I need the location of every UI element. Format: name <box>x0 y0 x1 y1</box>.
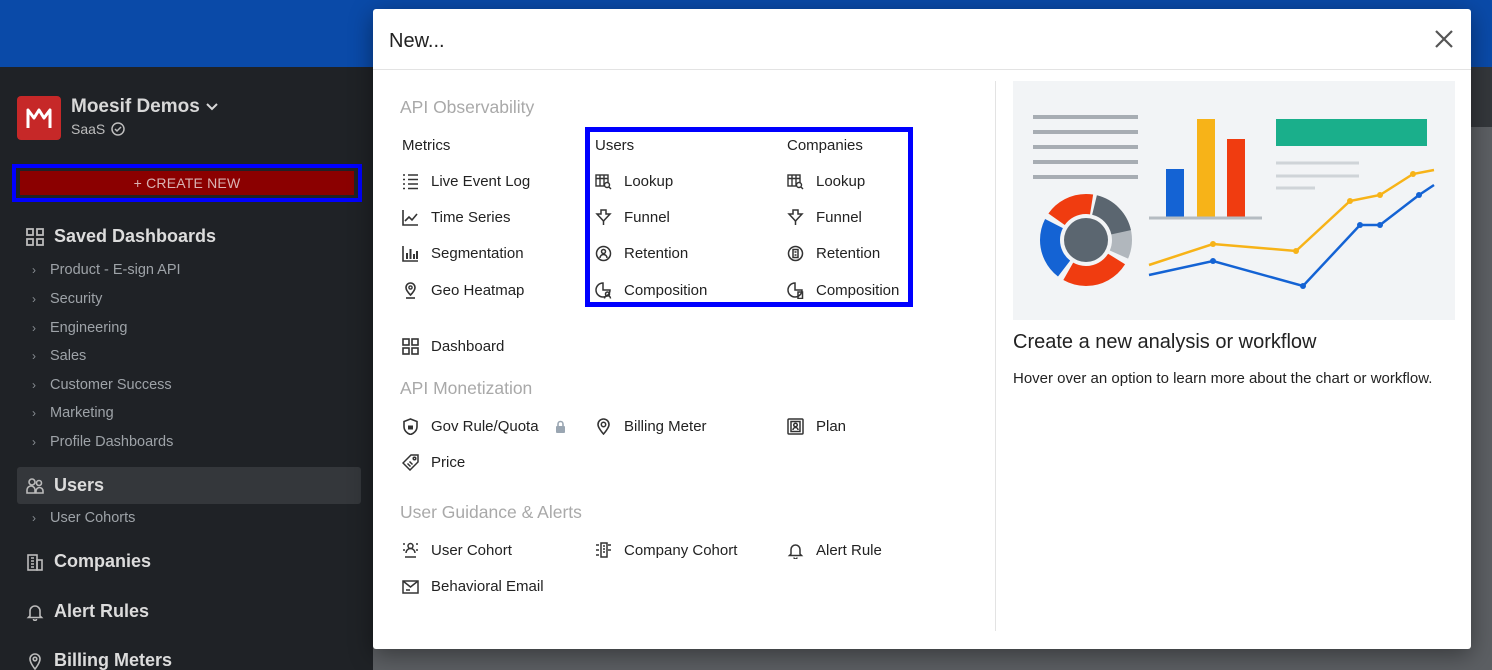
nav-saved-dashboards[interactable]: Saved Dashboards <box>26 226 216 247</box>
map-pin-icon <box>402 282 419 299</box>
org-logo <box>17 96 61 140</box>
company-cohort-icon <box>595 542 612 559</box>
line-chart-icon <box>402 209 419 226</box>
nav-companies[interactable]: Companies <box>26 551 151 572</box>
pie-user-icon <box>595 282 612 299</box>
meter-pin-icon <box>595 418 612 435</box>
sidebar-item-customer-success[interactable]: › Customer Success <box>32 377 172 393</box>
tag-icon <box>402 454 419 471</box>
bell-icon <box>26 604 44 621</box>
check-circle-icon <box>111 122 125 136</box>
behavioral-email-item[interactable]: Behavioral Email <box>402 578 544 595</box>
funnel-icon <box>787 209 804 226</box>
retention-icon <box>595 245 612 262</box>
close-icon[interactable] <box>1433 28 1455 50</box>
sidebar-item-profile-dashboards[interactable]: › Profile Dashboards <box>32 434 173 450</box>
table-search-icon <box>787 173 804 190</box>
column-divider <box>995 81 996 631</box>
user-cohort-item[interactable]: User Cohort <box>402 542 512 559</box>
modal-title: New... <box>389 30 445 52</box>
plan-item[interactable]: Plan <box>787 418 846 435</box>
retention-building-icon <box>787 245 804 262</box>
location-pin-icon <box>29 652 41 670</box>
users-composition-item[interactable]: Composition <box>595 282 707 299</box>
sidebar-item-user-cohorts[interactable]: › User Cohorts <box>32 510 135 526</box>
chevron-down-icon <box>206 103 218 111</box>
sidebar <box>0 67 373 670</box>
create-new-button[interactable]: + CREATE NEW <box>20 171 354 195</box>
companies-lookup-item[interactable]: Lookup <box>787 173 865 190</box>
companies-header: Companies <box>787 137 863 154</box>
users-retention-item[interactable]: Retention <box>595 245 688 262</box>
sidebar-item-marketing[interactable]: › Marketing <box>32 405 114 421</box>
companies-funnel-item[interactable]: Funnel <box>787 209 862 226</box>
alert-rule-item[interactable]: Alert Rule <box>787 542 882 559</box>
bar-chart-icon <box>402 245 419 262</box>
users-funnel-item[interactable]: Funnel <box>595 209 670 226</box>
gov-rule-quota-item[interactable]: Gov Rule/Quota <box>402 418 566 435</box>
nav-users[interactable]: Users <box>26 475 104 496</box>
lock-icon <box>555 420 565 433</box>
org-switcher[interactable]: Moesif Demos SaaS <box>17 96 218 140</box>
shield-icon <box>402 418 419 435</box>
dashboard-item[interactable]: Dashboard <box>402 338 504 355</box>
modal-header: New... <box>373 9 1471 70</box>
users-lookup-item[interactable]: Lookup <box>595 173 673 190</box>
metrics-header: Metrics <box>402 137 451 154</box>
nav-billing-meters[interactable]: Billing Meters <box>26 650 172 670</box>
org-name: Moesif Demos <box>71 96 200 117</box>
users-header: Users <box>595 137 635 154</box>
new-modal: New... API Observability Metrics Live Ev… <box>373 9 1471 649</box>
user-cohort-icon <box>402 542 419 559</box>
grid-icon <box>26 227 44 246</box>
company-cohort-item[interactable]: Company Cohort <box>595 542 737 559</box>
live-event-log-item[interactable]: Live Event Log <box>402 173 530 190</box>
nav-alert-rules[interactable]: Alert Rules <box>26 601 149 622</box>
geo-heatmap-item[interactable]: Geo Heatmap <box>402 282 524 299</box>
price-item[interactable]: Price <box>402 454 465 471</box>
section-api-observability: API Observability <box>400 97 535 117</box>
dashboard-icon <box>402 338 419 355</box>
funnel-icon <box>595 209 612 226</box>
email-icon <box>402 578 419 595</box>
section-api-monetization: API Monetization <box>400 378 533 398</box>
table-search-icon <box>595 173 612 190</box>
plan-icon <box>787 418 804 435</box>
sidebar-item-engineering[interactable]: › Engineering <box>32 320 127 336</box>
org-plan: SaaS <box>71 121 106 137</box>
preview-illustration <box>1013 81 1455 320</box>
section-user-guidance: User Guidance & Alerts <box>400 502 582 522</box>
sidebar-item-security[interactable]: › Security <box>32 291 102 307</box>
preview-description: Hover over an option to learn more about… <box>1013 370 1433 387</box>
building-icon <box>27 553 43 571</box>
list-icon <box>402 173 419 190</box>
bell-icon <box>787 542 804 559</box>
companies-retention-item[interactable]: Retention <box>787 245 880 262</box>
create-new-highlight: + CREATE NEW <box>12 164 362 202</box>
companies-composition-item[interactable]: Composition <box>787 282 899 299</box>
users-icon <box>26 477 44 494</box>
preview-title: Create a new analysis or workflow <box>1013 331 1317 353</box>
billing-meter-item[interactable]: Billing Meter <box>595 418 707 435</box>
sidebar-item-sales[interactable]: › Sales <box>32 348 86 364</box>
segmentation-item[interactable]: Segmentation <box>402 245 524 262</box>
sidebar-item-product-e-sign[interactable]: › Product - E-sign API <box>32 262 181 278</box>
time-series-item[interactable]: Time Series <box>402 209 510 226</box>
pie-building-icon <box>787 282 804 299</box>
